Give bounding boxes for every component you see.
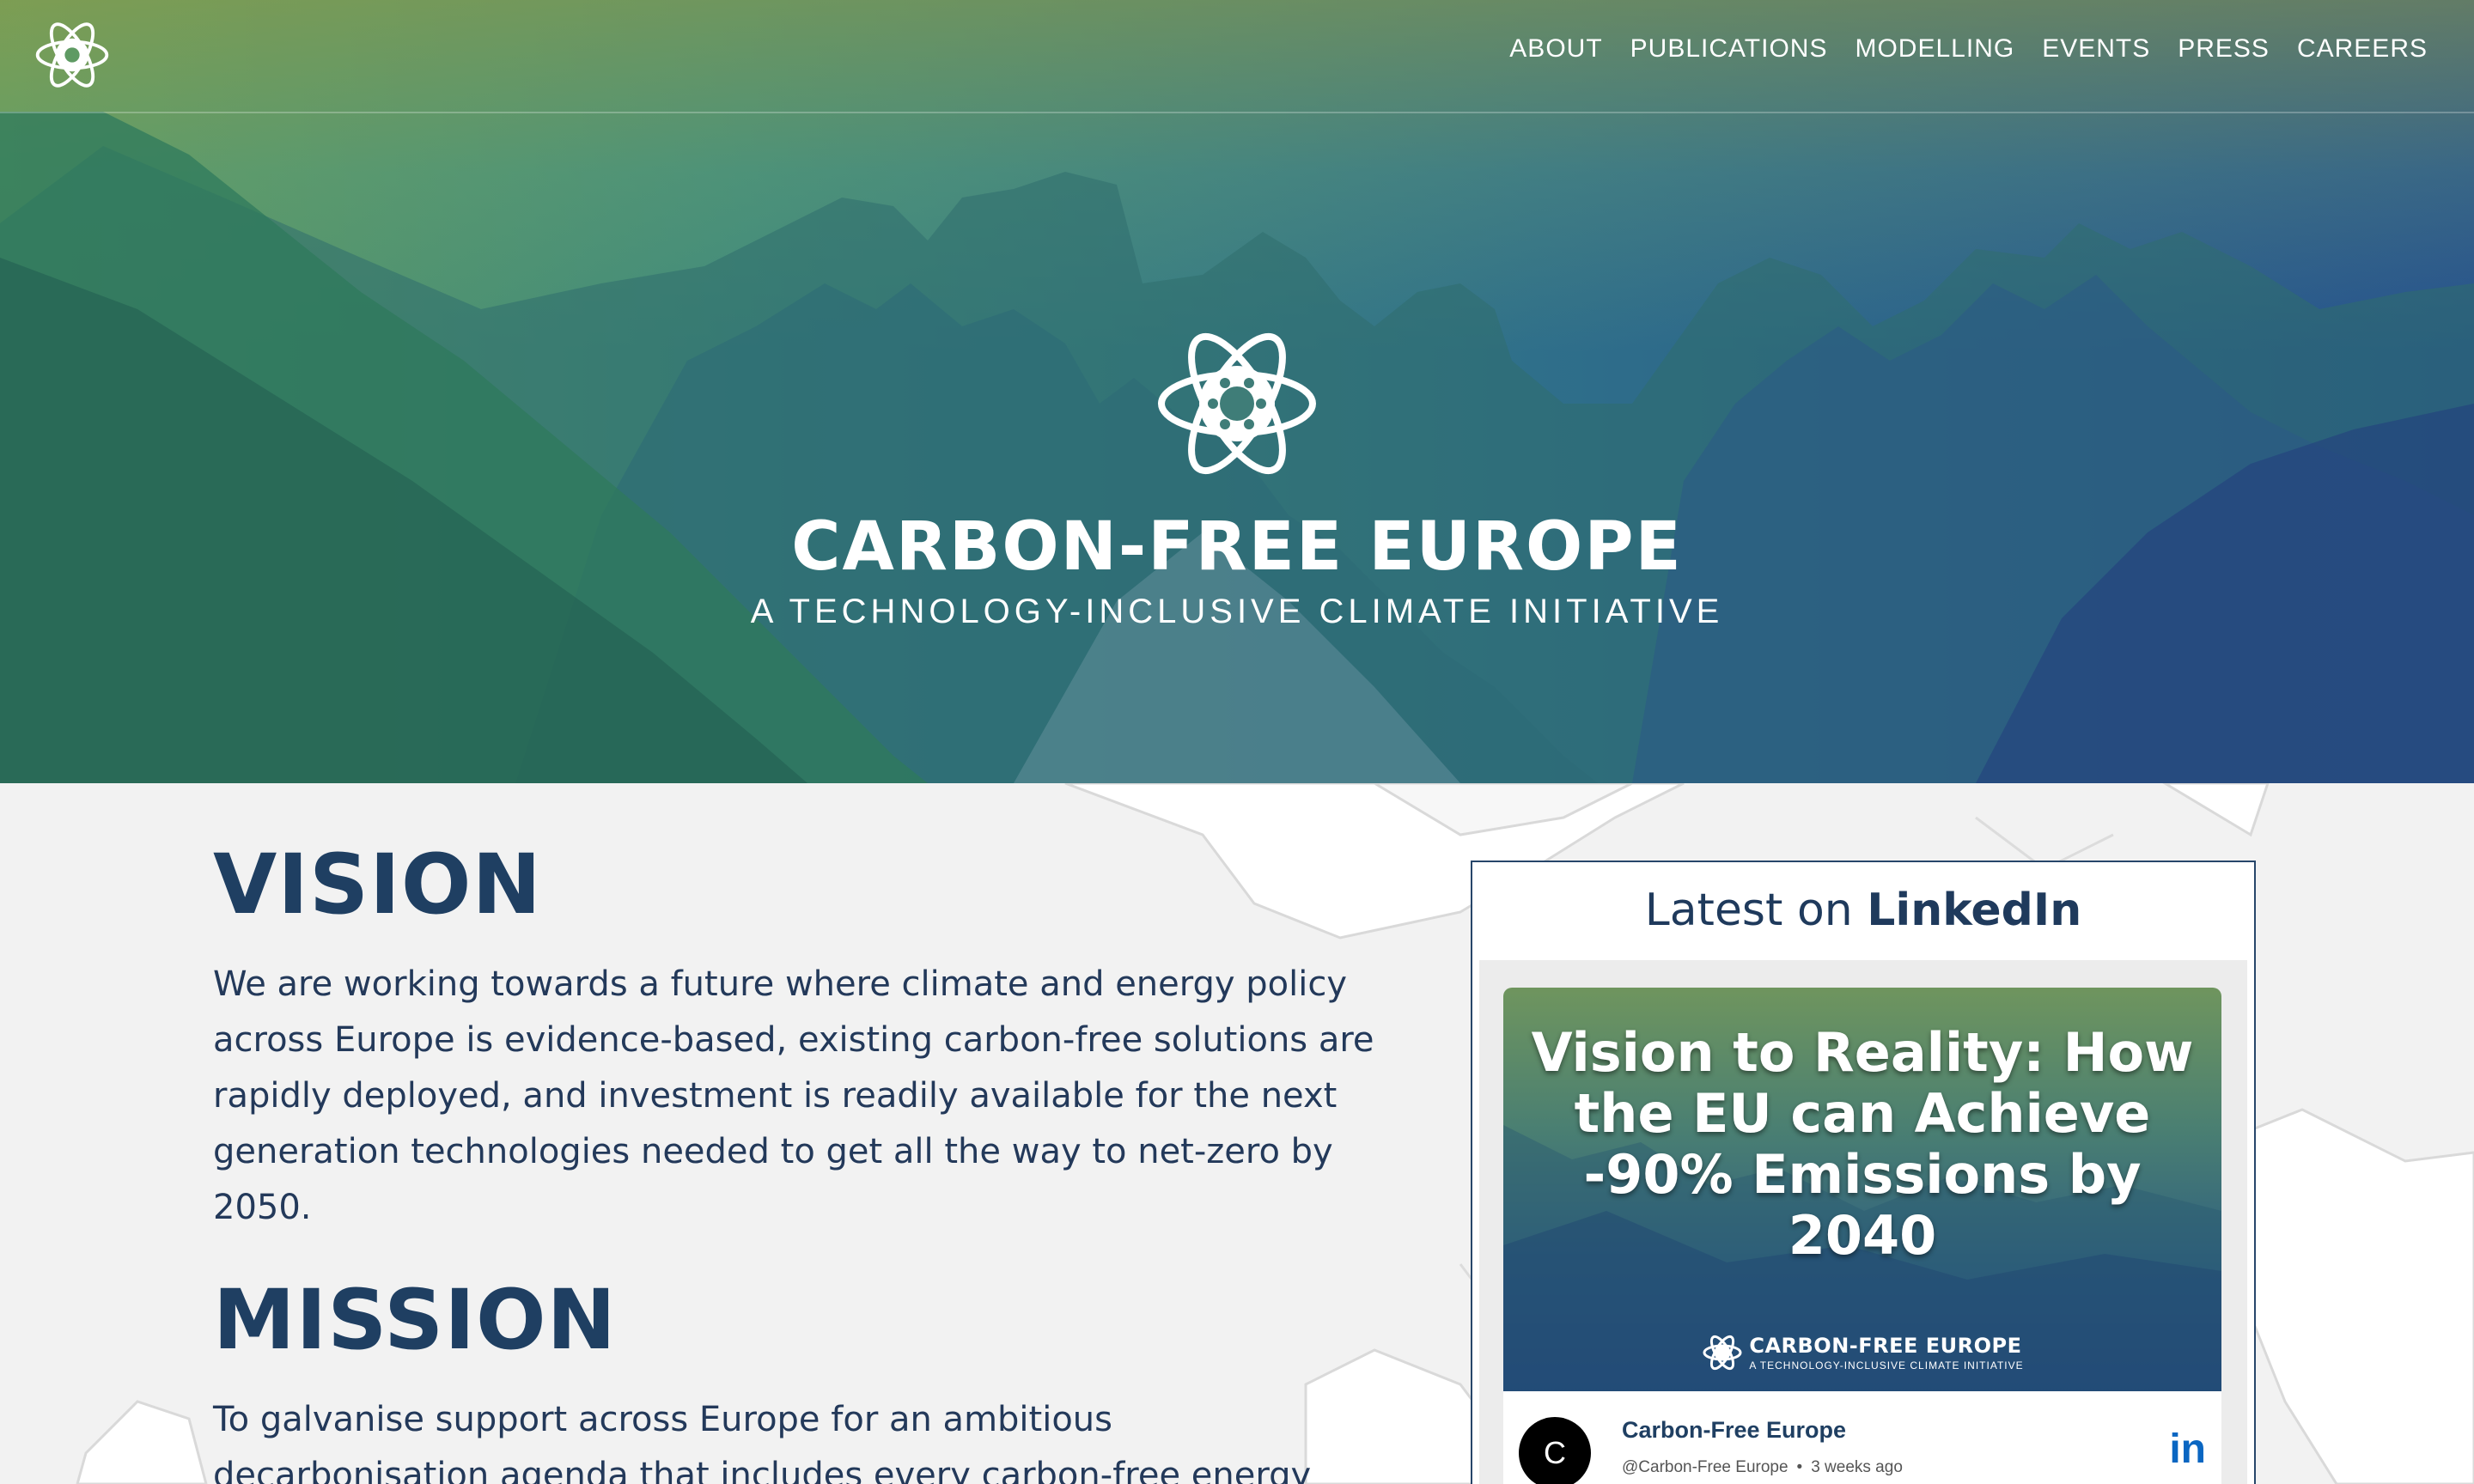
top-navigation-bar: ABOUT PUBLICATIONS MODELLING EVENTS PRES… — [0, 0, 2474, 113]
post-image-brand: CARBON-FREE EUROPE A TECHNOLOGY-INCLUSIV… — [1503, 1331, 2221, 1378]
post-image-brand-tagline: A TECHNOLOGY-INCLUSIVE CLIMATE INITIATIV… — [1749, 1359, 2024, 1371]
hero-banner: ABOUT PUBLICATIONS MODELLING EVENTS PRES… — [0, 0, 2474, 783]
vision-mission-column: VISION We are working towards a future w… — [213, 843, 1390, 1484]
linkedin-post-meta: C Carbon-Free Europe @Carbon-Free Europe… — [1519, 1408, 2206, 1484]
flower-star-logo-icon — [1158, 332, 1316, 475]
linkedin-post-image[interactable]: Vision to Reality: How the EU can Achiev… — [1503, 988, 2221, 1391]
nav-careers[interactable]: CAREERS — [2297, 34, 2428, 64]
post-image-title: Vision to Reality: How the EU can Achiev… — [1531, 1021, 2194, 1267]
hero-title: CARBON-FREE EUROPE — [791, 508, 1683, 586]
post-timestamp: 3 weeks ago — [1811, 1458, 1903, 1476]
post-author-subline: @Carbon-Free Europe • 3 weeks ago — [1622, 1458, 1903, 1476]
mission-text: To galvanise support across Europe for a… — [213, 1400, 1312, 1484]
linkedin-heading-prefix: Latest on — [1644, 885, 1853, 936]
linkedin-post[interactable]: Vision to Reality: How the EU can Achiev… — [1503, 988, 2221, 1484]
nav-press[interactable]: PRESS — [2178, 34, 2270, 64]
nav-publications[interactable]: PUBLICATIONS — [1630, 34, 1828, 64]
linkedin-feed-card: Latest on LinkedIn Vision to Reality: Ho… — [1471, 861, 2256, 1484]
hero-brand-block: CARBON-FREE EUROPE A TECHNOLOGY-INCLUSIV… — [0, 318, 2474, 631]
vision-heading: VISION — [213, 836, 542, 933]
nav-about[interactable]: ABOUT — [1509, 34, 1602, 64]
flower-star-logo-icon — [1703, 1335, 1742, 1371]
content-section: VISION We are working towards a future w… — [0, 783, 2474, 1484]
flower-star-logo-icon[interactable] — [31, 14, 113, 96]
linkedin-heading-brand: LinkedIn — [1867, 885, 2082, 936]
hero-subtitle: A TECHNOLOGY-INCLUSIVE CLIMATE INITIATIV… — [750, 593, 1724, 630]
linkedin-icon[interactable]: in — [2169, 1426, 2206, 1473]
main-nav: ABOUT PUBLICATIONS MODELLING EVENTS PRES… — [1509, 34, 2428, 64]
nav-modelling[interactable]: MODELLING — [1855, 34, 2014, 64]
post-image-brand-name: CARBON-FREE EUROPE — [1749, 1334, 2022, 1358]
post-author-handle: @Carbon-Free Europe — [1622, 1458, 1788, 1476]
avatar[interactable]: C — [1519, 1417, 1591, 1484]
linkedin-feed-heading: Latest on LinkedIn — [1472, 885, 2254, 936]
linkedin-feed-body: Vision to Reality: How the EU can Achiev… — [1479, 960, 2247, 1484]
mission-heading: MISSION — [213, 1272, 617, 1368]
post-author-name[interactable]: Carbon-Free Europe — [1622, 1417, 1846, 1444]
vision-text: We are working towards a future where cl… — [213, 964, 1374, 1227]
nav-events[interactable]: EVENTS — [2042, 34, 2150, 64]
